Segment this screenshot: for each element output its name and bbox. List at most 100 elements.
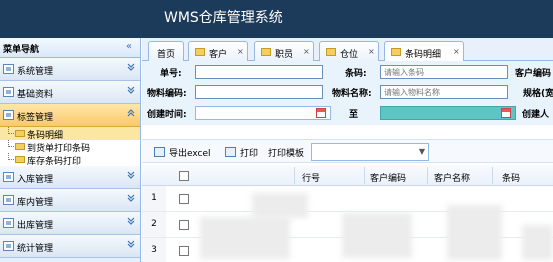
folder-icon [195, 48, 205, 56]
sidebar-menu-inbound[interactable]: 入库管理 [0, 166, 140, 189]
redacted-content [522, 225, 553, 260]
row-number: 3 [142, 238, 166, 262]
order-no-label: 单号: [160, 69, 182, 79]
chevron-up-icon [127, 109, 135, 120]
row-checkbox[interactable] [179, 246, 189, 256]
select-all-checkbox[interactable] [179, 171, 189, 181]
sidebar-menu-label: 基础资料 [17, 90, 54, 100]
calendar-icon[interactable] [501, 108, 511, 118]
tab-home[interactable]: 首页 [148, 41, 184, 61]
chevron-down-icon [127, 86, 135, 97]
tab-label: 条码明细 [405, 50, 442, 60]
column-separator [364, 167, 365, 184]
sidebar-menu-statistics[interactable]: 统计管理 [0, 235, 140, 258]
material-name-label: 物料名称: [332, 89, 372, 99]
chevron-down-icon [127, 171, 135, 182]
material-name-input[interactable] [380, 85, 508, 99]
tab-label: 职员 [275, 50, 294, 60]
main-panel: 首页 客户 × 职员 × 仓位 × 条码明细 × 单号: 条码: 请输入条码 客… [142, 38, 553, 262]
menu-icon [3, 195, 14, 205]
sidebar-menu-outbound[interactable]: 出库管理 [0, 212, 140, 235]
close-icon[interactable]: × [368, 47, 375, 56]
sidebar-title: 菜单导航 [3, 45, 40, 55]
row-checkbox[interactable] [179, 220, 189, 230]
row-number: 1 [142, 186, 166, 211]
created-time-end-input[interactable] [380, 106, 516, 120]
date-range-to-label: 至 [349, 110, 359, 120]
column-header-line-no[interactable]: 行号 [302, 171, 320, 184]
print-button[interactable]: 打印 [240, 146, 258, 159]
close-icon[interactable]: × [303, 47, 310, 56]
sidebar-menu-label: 系统管理 [17, 67, 54, 77]
submenu-item-arrival-print[interactable]: 到货单打印条码 [0, 140, 140, 154]
creator-label: 创建人 [522, 110, 550, 120]
grid-header: 行号 客户编码 客户名称 条码 [142, 165, 553, 186]
barcode-label: 条码: [345, 69, 367, 79]
chevron-down-icon [127, 240, 135, 251]
grid-toolbar: 导出excel 打印 打印模板 ▼ [142, 139, 553, 163]
redacted-content [252, 193, 308, 218]
chevron-down-icon [127, 63, 135, 74]
sidebar-menu-warehouse[interactable]: 库内管理 [0, 189, 140, 212]
created-time-start-input[interactable] [195, 106, 331, 120]
print-icon[interactable] [225, 147, 236, 157]
search-form: 单号: 条码: 客户编码 物料编码: 物料名称: 规格(宽 创建时间: 至 创建… [142, 61, 553, 125]
collapse-sidebar-icon[interactable]: « [126, 41, 132, 52]
redacted-content [342, 213, 412, 258]
column-header-barcode[interactable]: 条码 [502, 171, 520, 184]
export-icon[interactable] [154, 147, 165, 157]
redacted-content [200, 217, 290, 259]
tab-label: 首页 [157, 50, 176, 60]
column-header-customer-name[interactable]: 客户名称 [434, 171, 470, 184]
column-header-customer-code[interactable]: 客户编码 [370, 171, 406, 184]
tab-barcode-detail[interactable]: 条码明细 × [384, 41, 464, 62]
column-separator [492, 167, 493, 184]
redacted-content [447, 205, 502, 260]
tab-customer[interactable]: 客户 × [188, 41, 248, 61]
sidebar-menu-label: 库内管理 [17, 198, 54, 208]
print-template-select[interactable]: ▼ [311, 143, 429, 161]
app-window: WMS仓库管理系统 菜单导航 « 系统管理 基础资料 标签管理 条码明细 到货单… [0, 0, 553, 262]
tab-location[interactable]: 仓位 × [319, 41, 379, 61]
export-excel-button[interactable]: 导出excel [169, 146, 211, 159]
chevron-down-icon [127, 194, 135, 205]
tab-label: 客户 [209, 50, 228, 60]
sidebar-header: 菜单导航 « [0, 38, 140, 58]
data-grid: 行号 客户编码 客户名称 条码 1 2 3 [142, 165, 553, 262]
menu-icon [3, 172, 14, 182]
spec-label: 规格(宽 [523, 89, 553, 99]
sidebar-menu-system[interactable]: 系统管理 [0, 58, 140, 81]
close-icon[interactable]: × [453, 47, 460, 56]
calendar-icon[interactable] [316, 108, 326, 118]
app-title: WMS仓库管理系统 [164, 10, 283, 26]
tab-bar: 首页 客户 × 职员 × 仓位 × 条码明细 × [142, 38, 553, 62]
sidebar-menu-label: 入库管理 [17, 175, 54, 185]
order-no-input[interactable] [195, 65, 323, 79]
created-time-label: 创建时间: [147, 110, 187, 120]
folder-icon [326, 48, 336, 56]
tab-staff[interactable]: 职员 × [254, 41, 314, 61]
submenu-item-barcode-detail[interactable]: 条码明细 [0, 127, 140, 141]
row-number: 2 [142, 212, 166, 237]
row-checkbox[interactable] [179, 194, 189, 204]
menu-icon [3, 64, 14, 74]
column-separator [294, 167, 295, 184]
menu-icon [3, 110, 14, 120]
material-code-label: 物料编码: [147, 89, 187, 99]
column-separator [427, 167, 428, 184]
sidebar-menu-label: 标签管理 [17, 113, 54, 123]
menu-icon [3, 218, 14, 228]
folder-icon [15, 156, 25, 163]
chevron-down-icon [127, 217, 135, 228]
customer-code-label: 客户编码 [515, 69, 552, 79]
print-template-label: 打印模板 [268, 149, 305, 159]
menu-icon [3, 241, 14, 251]
barcode-input[interactable] [380, 65, 508, 79]
sidebar-menu-label-management[interactable]: 标签管理 [0, 104, 140, 127]
submenu-item-stock-print[interactable]: 库存条码打印 [0, 153, 140, 167]
close-icon[interactable]: × [237, 47, 244, 56]
sidebar-menu-basic-data[interactable]: 基础资料 [0, 81, 140, 104]
folder-icon [261, 48, 271, 56]
sidebar-menu-label: 统计管理 [17, 244, 54, 254]
material-code-input[interactable] [195, 85, 323, 99]
